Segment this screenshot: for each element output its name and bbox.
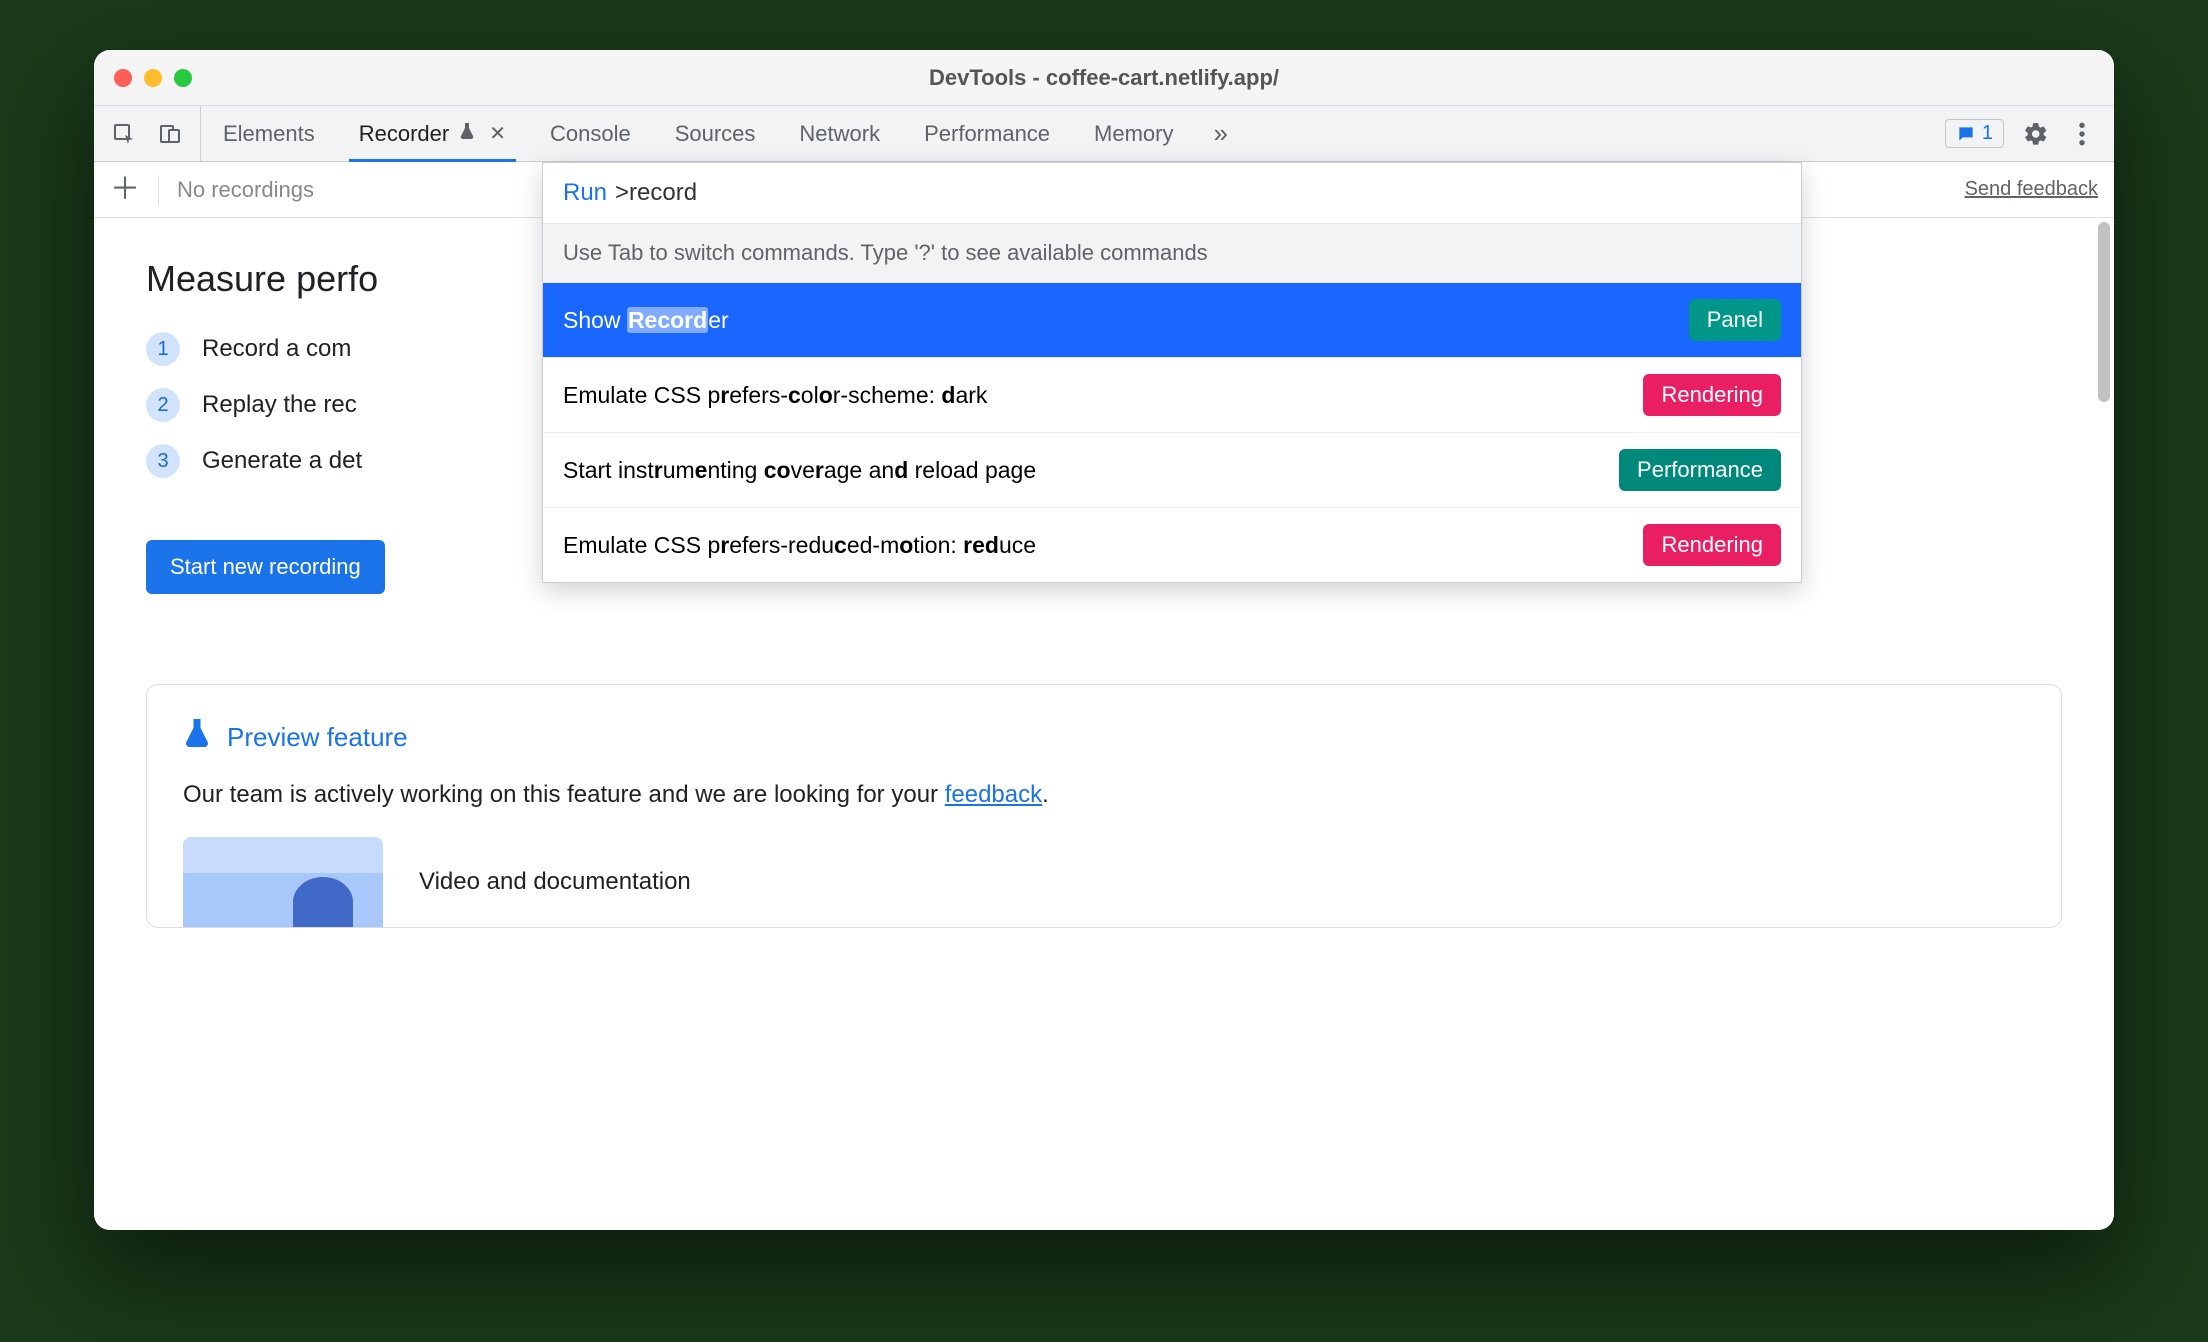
command-mode-label: Run bbox=[563, 179, 607, 207]
tabstrip-right: 1 bbox=[1927, 106, 2114, 161]
tab-label: Memory bbox=[1094, 121, 1173, 147]
inspect-tools bbox=[94, 106, 201, 161]
tab-label: Elements bbox=[223, 121, 315, 147]
video-thumbnail[interactable] bbox=[183, 837, 383, 927]
step-number: 3 bbox=[146, 444, 180, 478]
window-title: DevTools - coffee-cart.netlify.app/ bbox=[94, 65, 2114, 91]
vertical-scrollbar[interactable] bbox=[2098, 222, 2110, 402]
tab-label: Recorder bbox=[359, 121, 449, 147]
panel-tabs: Elements Recorder ✕ Console Sources Netw… bbox=[201, 106, 1196, 161]
tab-label: Sources bbox=[675, 121, 756, 147]
command-item-badge: Rendering bbox=[1643, 524, 1781, 566]
command-results-list: Show Recorder Panel Emulate CSS prefers-co… bbox=[543, 283, 1801, 582]
device-toolbar-icon[interactable] bbox=[156, 120, 184, 148]
window-minimize-button[interactable] bbox=[144, 69, 162, 87]
preview-body-text: Our team is actively working on this fea… bbox=[183, 781, 945, 808]
window-close-button[interactable] bbox=[114, 69, 132, 87]
command-item[interactable]: Show Recorder Panel bbox=[543, 283, 1801, 358]
window-zoom-button[interactable] bbox=[174, 69, 192, 87]
step-text: Record a com bbox=[202, 335, 351, 363]
command-item-badge: Panel bbox=[1689, 299, 1781, 341]
close-icon[interactable]: ✕ bbox=[489, 121, 506, 146]
feedback-link[interactable]: feedback bbox=[945, 781, 1042, 808]
step-number: 1 bbox=[146, 332, 180, 366]
command-item[interactable]: Emulate CSS prefers-reduced-motion: redu… bbox=[543, 508, 1801, 582]
preview-body-suffix: . bbox=[1042, 781, 1049, 808]
preview-media-row: Video and documentation bbox=[183, 837, 2025, 927]
command-input-row[interactable]: Run >record bbox=[543, 163, 1801, 223]
tab-memory[interactable]: Memory bbox=[1072, 106, 1195, 161]
messages-chip[interactable]: 1 bbox=[1945, 119, 2004, 148]
tab-sources[interactable]: Sources bbox=[653, 106, 778, 161]
traffic-lights bbox=[94, 69, 192, 87]
devtools-tabstrip: Elements Recorder ✕ Console Sources Netw… bbox=[94, 106, 2114, 162]
command-item[interactable]: Emulate CSS prefers-color-scheme: dark Re… bbox=[543, 358, 1801, 433]
messages-count: 1 bbox=[1982, 122, 1993, 145]
preview-title: Preview feature bbox=[227, 722, 408, 753]
recordings-placeholder: No recordings bbox=[177, 177, 314, 203]
preview-feature-card: Preview feature Our team is actively wor… bbox=[146, 684, 2062, 928]
inspect-element-icon[interactable] bbox=[110, 120, 138, 148]
tab-elements[interactable]: Elements bbox=[201, 106, 337, 161]
more-icon[interactable] bbox=[2068, 120, 2096, 148]
command-item-label: Show Recorder bbox=[563, 307, 729, 334]
flask-icon bbox=[183, 717, 211, 757]
experiment-icon bbox=[459, 122, 475, 145]
settings-icon[interactable] bbox=[2022, 120, 2050, 148]
command-item-label: Emulate CSS prefers-color-scheme: dark bbox=[563, 382, 987, 409]
tab-performance[interactable]: Performance bbox=[902, 106, 1072, 161]
preview-media-title: Video and documentation bbox=[419, 868, 691, 896]
tab-recorder[interactable]: Recorder ✕ bbox=[337, 106, 528, 161]
step-number: 2 bbox=[146, 388, 180, 422]
command-item[interactable]: Start instrumenting coverage and reload … bbox=[543, 433, 1801, 508]
command-item-badge: Rendering bbox=[1643, 374, 1781, 416]
chevron-right-icon: » bbox=[1214, 118, 1228, 149]
window-titlebar: DevTools - coffee-cart.netlify.app/ bbox=[94, 50, 2114, 106]
step-text: Generate a det bbox=[202, 447, 362, 475]
tab-console[interactable]: Console bbox=[528, 106, 653, 161]
command-hint: Use Tab to switch commands. Type '?' to … bbox=[543, 223, 1801, 283]
preview-body: Our team is actively working on this fea… bbox=[183, 781, 2025, 809]
tab-network[interactable]: Network bbox=[777, 106, 902, 161]
command-item-badge: Performance bbox=[1619, 449, 1781, 491]
command-item-label: Emulate CSS prefers-reduced-motion: redu… bbox=[563, 532, 1036, 559]
tab-label: Network bbox=[799, 121, 880, 147]
devtools-window: DevTools - coffee-cart.netlify.app/ Elem… bbox=[94, 50, 2114, 1230]
tab-label: Console bbox=[550, 121, 631, 147]
command-item-label: Start instrumenting coverage and reload … bbox=[563, 457, 1036, 484]
tabs-overflow-button[interactable]: » bbox=[1196, 106, 1246, 161]
start-new-recording-button[interactable]: Start new recording bbox=[146, 540, 385, 594]
command-input-text: >record bbox=[615, 179, 697, 207]
tab-label: Performance bbox=[924, 121, 1050, 147]
step-text: Replay the rec bbox=[202, 391, 357, 419]
command-menu: Run >record Use Tab to switch commands. … bbox=[542, 162, 1802, 583]
message-icon bbox=[1956, 124, 1976, 144]
send-feedback-link[interactable]: Send feedback bbox=[1965, 178, 2098, 201]
new-recording-icon[interactable]: ＋ bbox=[110, 175, 159, 205]
